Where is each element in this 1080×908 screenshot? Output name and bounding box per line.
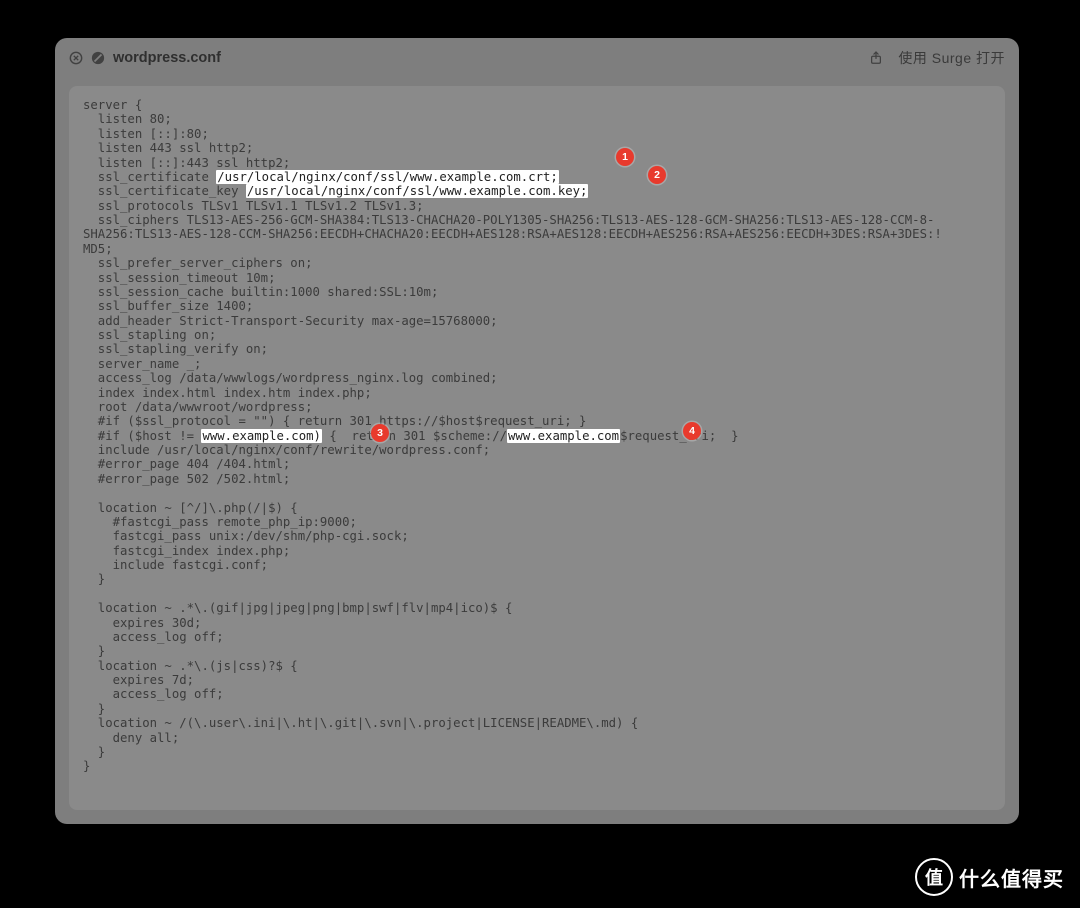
highlight-host-1: www.example.com) — [201, 429, 321, 443]
code-segment: { return 301 $scheme:// — [322, 429, 507, 443]
annotation-badge-3: 3 — [371, 424, 389, 442]
code-segment: ssl_certificate_key — [83, 184, 246, 198]
file-content: server { listen 80; listen [::]:80; list… — [69, 86, 1005, 810]
titlebar-left: wordpress.conf — [69, 50, 221, 66]
code-segment: ssl_protocols TLSv1 TLSv1.1 TLSv1.2 TLSv… — [83, 199, 942, 443]
highlight-ssl-key: /usr/local/nginx/conf/ssl/www.example.co… — [246, 184, 589, 198]
highlight-ssl-crt: /usr/local/nginx/conf/ssl/www.example.co… — [216, 170, 559, 184]
quicklook-window: wordpress.conf 使用 Surge 打开 server { list… — [55, 38, 1019, 824]
annotation-badge-1: 1 — [616, 148, 634, 166]
close-icon[interactable] — [69, 51, 83, 65]
share-icon[interactable] — [868, 50, 884, 66]
open-with-button[interactable]: 使用 Surge 打开 — [898, 48, 1005, 68]
code-segment: $request_uri; } include /usr/local/nginx… — [83, 429, 739, 774]
watermark-text: 什么值得买 — [959, 863, 1080, 892]
annotation-badge-2: 2 — [648, 166, 666, 184]
titlebar: wordpress.conf 使用 Surge 打开 — [55, 38, 1019, 78]
annotation-badge-4: 4 — [683, 422, 701, 440]
cancel-icon[interactable] — [91, 51, 105, 65]
watermark-logo-icon: 值 — [915, 858, 953, 896]
highlight-host-2: www.example.com — [507, 429, 620, 443]
window-title: wordpress.conf — [113, 50, 221, 66]
titlebar-right: 使用 Surge 打开 — [868, 48, 1005, 68]
watermark: 值 什么值得买 — [915, 858, 1080, 896]
